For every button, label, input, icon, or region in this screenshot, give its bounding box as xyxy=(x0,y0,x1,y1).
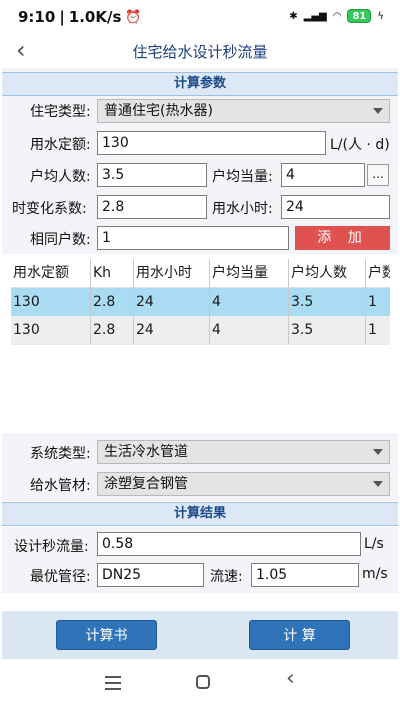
system-type-label: 系统类型: xyxy=(30,446,91,462)
table-cell: 24 xyxy=(134,288,210,316)
network-speed: 1.0K/s xyxy=(68,8,122,26)
avg-equiv-input[interactable]: 4 xyxy=(281,163,365,187)
hours-input[interactable]: 24 xyxy=(281,195,390,219)
status-time: 9:10 xyxy=(18,8,56,26)
pipe-material-select[interactable]: 涂塑复合钢管 xyxy=(97,472,390,496)
bluetooth-icon: ✱ xyxy=(289,10,298,22)
table-cell: 1 xyxy=(368,294,377,310)
table-header-cell: 用水小时 xyxy=(134,259,210,287)
diameter-output[interactable]: DN25 xyxy=(97,563,204,587)
wifi-icon: ◠ xyxy=(332,10,342,22)
chevron-down-icon xyxy=(373,108,383,114)
table-header-cell: 用水定额 xyxy=(11,259,91,287)
equiv-picker-button[interactable]: ... xyxy=(367,164,389,186)
table-header-cell: 户均当量 xyxy=(210,259,289,287)
same-households-label: 相同户数: xyxy=(30,232,91,248)
pipe-material-value: 涂塑复合钢管 xyxy=(104,476,188,492)
params-section-header: 计算参数 xyxy=(2,72,398,96)
entries-table: 用水定额 Kh 用水小时 户均当量 户均人数 户数 130 2.8 24 4 3… xyxy=(11,259,390,345)
table-cell: 3.5 xyxy=(289,316,366,344)
table-cell: 4 xyxy=(210,288,289,316)
house-type-value: 普通住宅(热水器) xyxy=(104,103,213,119)
diameter-label: 最优管径: xyxy=(30,569,91,585)
title-bar: ‹ 住宅给水设计秒流量 xyxy=(0,34,400,66)
results-section-header: 计算结果 xyxy=(2,502,398,526)
table-header-cell: 户数 xyxy=(368,265,390,281)
system-type-value: 生活冷水管道 xyxy=(104,444,188,460)
status-left: 9:10 | 1.0K/s ⏰ xyxy=(18,8,142,26)
velocity-output[interactable]: 1.05 xyxy=(251,563,359,587)
avg-equiv-label: 户均当量: xyxy=(212,169,273,185)
status-bar: 9:10 | 1.0K/s ⏰ ✱ ▂▄▆ ◠ 81 ϟ xyxy=(0,0,400,34)
chevron-down-icon xyxy=(373,481,383,487)
house-type-select[interactable]: 普通住宅(热水器) xyxy=(97,99,390,123)
add-button[interactable]: 添 加 xyxy=(295,226,390,250)
table-cell: 2.8 xyxy=(91,288,134,316)
status-separator: | xyxy=(59,8,65,26)
table-cell: 1 xyxy=(368,322,377,338)
calculate-button[interactable]: 计 算 xyxy=(249,620,350,650)
report-button[interactable]: 计算书 xyxy=(56,620,157,650)
chevron-down-icon xyxy=(373,449,383,455)
hours-label: 用水小时: xyxy=(212,201,273,217)
menu-icon[interactable] xyxy=(105,676,121,694)
table-cell: 24 xyxy=(134,316,210,344)
quota-unit: L/(人 · d) xyxy=(330,137,390,153)
signal-icon: ▂▄▆ xyxy=(303,10,327,22)
page-title: 住宅给水设计秒流量 xyxy=(132,43,268,61)
flow-unit: L/s xyxy=(364,536,384,552)
system-type-select[interactable]: 生活冷水管道 xyxy=(97,440,390,464)
velocity-label: 流速: xyxy=(210,569,243,585)
table-cell: 130 xyxy=(11,316,91,344)
avg-people-input[interactable]: 3.5 xyxy=(97,163,207,187)
table-cell: 130 xyxy=(11,288,91,316)
alarm-icon: ⏰ xyxy=(125,9,142,25)
pipe-material-label: 给水管材: xyxy=(30,478,91,494)
battery-icon: 81 xyxy=(347,9,372,23)
kh-label: 时变化系数: xyxy=(12,201,87,217)
quota-label: 用水定额: xyxy=(30,137,91,153)
table-cell: 4 xyxy=(210,316,289,344)
velocity-unit: m/s xyxy=(362,566,388,582)
home-icon[interactable] xyxy=(196,675,210,689)
flow-label: 设计秒流量: xyxy=(14,539,89,555)
system-nav-bar: ‹ xyxy=(0,660,400,711)
table-header-cell: Kh xyxy=(91,259,134,287)
quota-input[interactable]: 130 xyxy=(97,131,326,155)
table-header-cell: 户均人数 xyxy=(289,259,366,287)
charging-icon: ϟ xyxy=(377,10,384,22)
table-row[interactable]: 130 2.8 24 4 3.5 1 xyxy=(11,288,390,316)
table-header-row: 用水定额 Kh 用水小时 户均当量 户均人数 户数 xyxy=(11,259,390,288)
table-row[interactable]: 130 2.8 24 4 3.5 1 xyxy=(11,316,390,344)
same-households-input[interactable]: 1 xyxy=(97,226,289,250)
table-cell: 2.8 xyxy=(91,316,134,344)
flow-output[interactable]: 0.58 xyxy=(97,532,361,556)
back-nav-icon[interactable]: ‹ xyxy=(286,666,295,691)
house-type-label: 住宅类型: xyxy=(30,104,91,120)
kh-input[interactable]: 2.8 xyxy=(97,195,207,219)
status-right: ✱ ▂▄▆ ◠ 81 ϟ xyxy=(289,9,384,23)
table-cell: 3.5 xyxy=(289,288,366,316)
avg-people-label: 户均人数: xyxy=(30,169,91,185)
